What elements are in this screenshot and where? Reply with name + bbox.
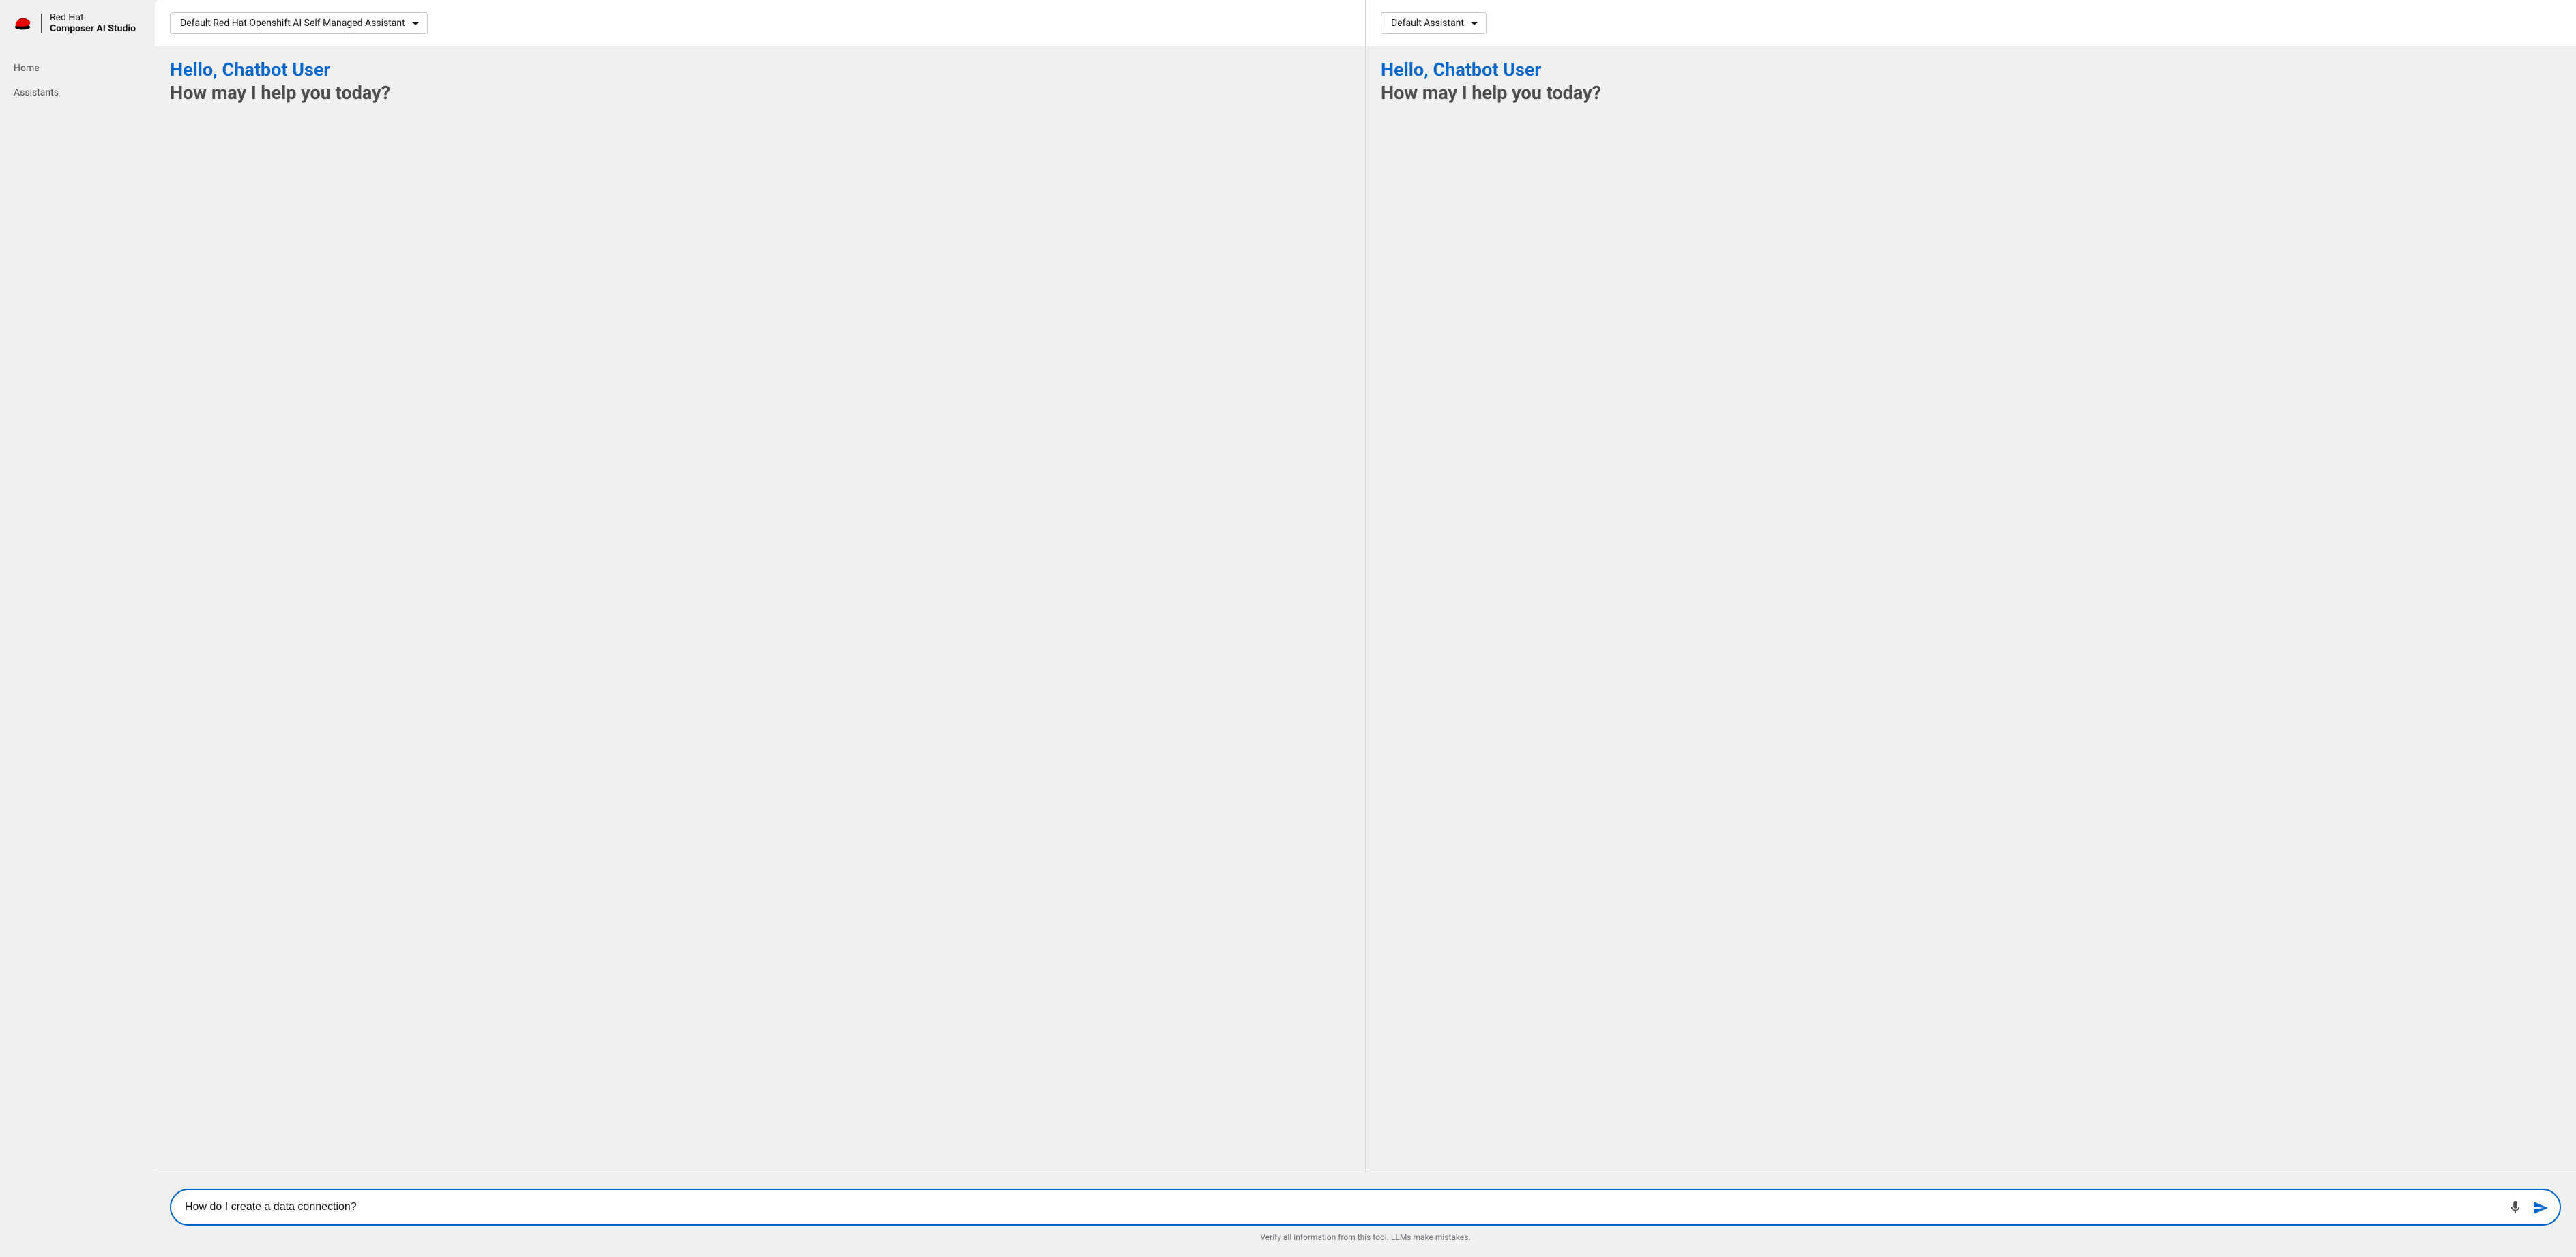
disclaimer-text: Verify all information from this tool. L…	[170, 1226, 2561, 1252]
chat-panels: Default Red Hat Openshift AI Self Manage…	[155, 0, 2576, 1172]
brand-separator	[41, 14, 42, 33]
caret-down-icon	[412, 22, 419, 25]
panel-header: Default Red Hat Openshift AI Self Manage…	[155, 0, 1365, 46]
sidebar-item-assistants[interactable]: Assistants	[0, 81, 155, 105]
sidebar-nav: Home Assistants	[0, 48, 155, 105]
assistant-dropdown[interactable]: Default Assistant	[1381, 12, 1487, 34]
greeting-title: Hello, Chatbot User	[170, 59, 1350, 82]
assistant-dropdown-label: Default Assistant	[1391, 18, 1464, 29]
send-icon[interactable]	[2532, 1200, 2547, 1215]
redhat-logo-icon	[12, 13, 33, 33]
chat-panel-right: Default Assistant Hello, Chatbot User Ho…	[1365, 0, 2576, 1172]
assistant-dropdown[interactable]: Default Red Hat Openshift AI Self Manage…	[170, 12, 428, 34]
chat-input-wrap	[170, 1189, 2561, 1226]
panel-body: Hello, Chatbot User How may I help you t…	[155, 46, 1365, 1172]
brand-text: Red Hat Composer AI Studio	[50, 12, 136, 34]
panel-header: Default Assistant	[1366, 0, 2576, 46]
chat-input-area: Verify all information from this tool. L…	[155, 1172, 2576, 1257]
brand-line2: Composer AI Studio	[50, 23, 136, 34]
greeting-subtitle: How may I help you today?	[1381, 82, 2561, 105]
brand-line1: Red Hat	[50, 12, 136, 23]
sidebar-item-label: Assistants	[14, 87, 59, 98]
caret-down-icon	[1471, 22, 1478, 25]
brand: Red Hat Composer AI Studio	[0, 8, 155, 48]
main-content: Default Red Hat Openshift AI Self Manage…	[155, 0, 2576, 1257]
greeting-subtitle: How may I help you today?	[170, 82, 1350, 105]
assistant-dropdown-label: Default Red Hat Openshift AI Self Manage…	[180, 18, 405, 29]
chat-panel-left: Default Red Hat Openshift AI Self Manage…	[155, 0, 1365, 1172]
sidebar-item-home[interactable]: Home	[0, 56, 155, 81]
sidebar: Red Hat Composer AI Studio Home Assistan…	[0, 0, 155, 1257]
panel-body: Hello, Chatbot User How may I help you t…	[1366, 46, 2576, 1172]
sidebar-item-label: Home	[14, 63, 40, 74]
chat-input[interactable]	[185, 1190, 2498, 1224]
microphone-icon[interactable]	[2508, 1200, 2523, 1215]
greeting-title: Hello, Chatbot User	[1381, 59, 2561, 82]
